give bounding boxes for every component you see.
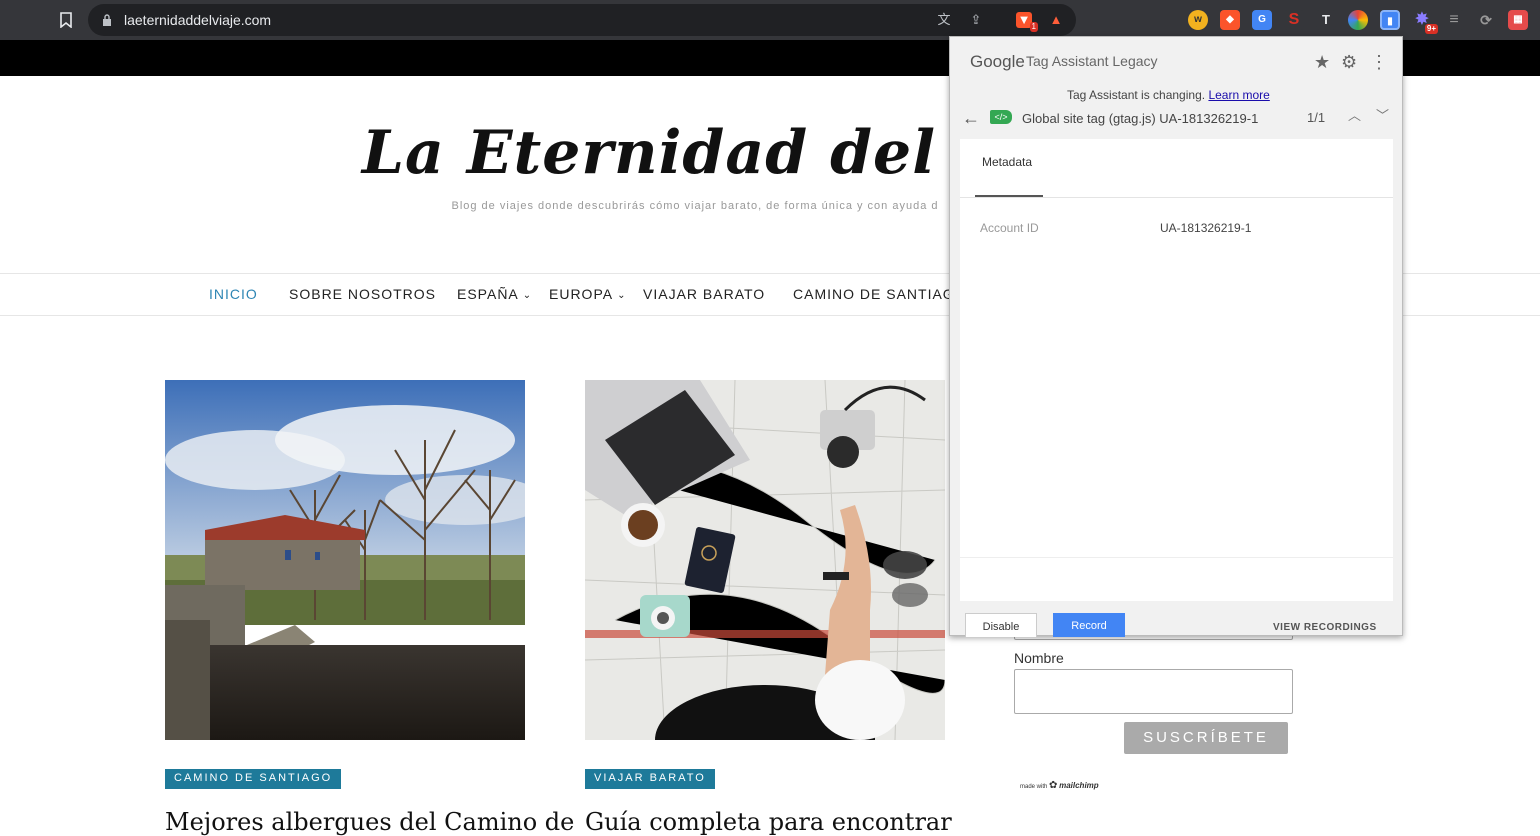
- google-logo: Google: [970, 52, 1025, 71]
- account-id-value: UA-181326219-1: [1160, 221, 1252, 235]
- address-bar[interactable]: laeternidaddelviaje.com 文 ⇪ ▼ 1 ▲: [88, 4, 1076, 36]
- mailchimp-icon: ✿: [1049, 780, 1058, 791]
- post-title-guia[interactable]: Guía completa para encontrar: [585, 808, 952, 836]
- changing-text: Tag Assistant is changing.: [1067, 88, 1206, 102]
- w-icon[interactable]: w: [1188, 10, 1208, 30]
- name-field[interactable]: [1014, 669, 1293, 714]
- chevron-down-icon: ⌄: [617, 290, 627, 301]
- mailchimp-logo-text: mailchimp: [1059, 781, 1099, 790]
- chevron-down-icon[interactable]: ﹀: [1376, 105, 1389, 124]
- brave-lion-icon[interactable]: ▼ 1: [1016, 12, 1038, 32]
- brave-rewards-icon[interactable]: ▲: [1048, 12, 1064, 28]
- share-icon[interactable]: ⇪: [968, 12, 984, 28]
- chevron-up-icon[interactable]: ︿: [1348, 105, 1361, 124]
- brave-shield-icon[interactable]: ◆: [1220, 10, 1240, 30]
- nav-item-europa[interactable]: EUROPA ⌄: [549, 286, 626, 302]
- text-icon[interactable]: T: [1316, 10, 1336, 30]
- post-image-guia[interactable]: [585, 380, 945, 740]
- subscribe-button[interactable]: SUSCRÍBETE: [1124, 722, 1288, 754]
- details-panel: Metadata Account ID UA-181326219-1: [960, 139, 1393, 601]
- brave-badge: 1: [1029, 22, 1038, 32]
- made-with-label: made with: [1020, 784, 1048, 790]
- nav-item-inicio[interactable]: INICIO: [209, 286, 258, 302]
- popup-title: Tag Assistant Legacy: [1026, 53, 1158, 69]
- nav-item-camino-de-santiago[interactable]: CAMINO DE SANTIAGO: [793, 286, 967, 302]
- lock-icon[interactable]: [102, 14, 112, 26]
- post-category-viajar[interactable]: VIAJAR BARATO: [585, 769, 715, 789]
- tab-metadata[interactable]: Metadata: [982, 155, 1032, 169]
- mailchimp-badge[interactable]: made with ✿ mailchimp: [1020, 780, 1099, 791]
- tag-icon: </>: [990, 110, 1012, 124]
- account-id-label: Account ID: [980, 221, 1039, 235]
- post-title-albergues[interactable]: Mejores albergues del Camino de: [165, 808, 574, 836]
- learn-more-link[interactable]: Learn more: [1208, 88, 1269, 102]
- tag-count: 1/1: [1307, 110, 1326, 125]
- url-text[interactable]: laeternidaddelviaje.com: [124, 12, 271, 28]
- disable-button[interactable]: Disable: [965, 613, 1037, 637]
- spark-badge: 9+: [1424, 24, 1438, 34]
- bookmark-icon[interactable]: [60, 12, 72, 28]
- name-label: Nombre: [1014, 650, 1064, 666]
- nav-item-espana[interactable]: ESPAÑA ⌄: [457, 286, 532, 302]
- circle-icon[interactable]: [1348, 10, 1368, 30]
- translate-icon[interactable]: G: [1252, 10, 1272, 30]
- changing-notice: Tag Assistant is changing. Learn more: [1067, 88, 1270, 102]
- gear-icon[interactable]: ⚙: [1341, 52, 1357, 73]
- nav-item-viajar-barato[interactable]: VIAJAR BARATO: [643, 286, 765, 302]
- puzzle-icon[interactable]: ▦: [1508, 10, 1528, 30]
- post-category-camino[interactable]: CAMINO DE SANTIAGO: [165, 769, 342, 789]
- star-icon[interactable]: ★: [1314, 52, 1330, 73]
- translate-page-icon[interactable]: 文: [936, 12, 952, 28]
- tag-assistant-popup: Google Tag Assistant Legacy ★ ⚙ ⋮ Tag As…: [949, 36, 1403, 637]
- nav-item-sobre-nosotros[interactable]: SOBRE NOSOTROS: [289, 286, 436, 302]
- record-button[interactable]: Record: [1053, 613, 1125, 637]
- chevron-down-icon: ⌄: [522, 290, 533, 301]
- view-recordings-link[interactable]: VIEW RECORDINGS: [1273, 622, 1377, 633]
- tag-name: Global site tag (gtag.js) UA-181326219-1: [1022, 111, 1259, 126]
- tag-assistant-icon[interactable]: ▮: [1380, 10, 1400, 30]
- s-icon[interactable]: S: [1284, 10, 1304, 30]
- more-vert-icon[interactable]: ⋮: [1370, 52, 1388, 73]
- sync-icon[interactable]: ⟳: [1476, 10, 1496, 30]
- post-image-albergues[interactable]: [165, 380, 525, 740]
- back-arrow-icon[interactable]: ←: [962, 108, 980, 129]
- stack-icon[interactable]: ≡: [1444, 10, 1464, 30]
- spark-icon[interactable]: ✸ 9+: [1412, 10, 1438, 34]
- tab-divider: [960, 197, 1393, 198]
- browser-toolbar: laeternidaddelviaje.com 文 ⇪ ▼ 1 ▲ w ◆ G S…: [0, 0, 1540, 40]
- panel-divider: [960, 557, 1393, 558]
